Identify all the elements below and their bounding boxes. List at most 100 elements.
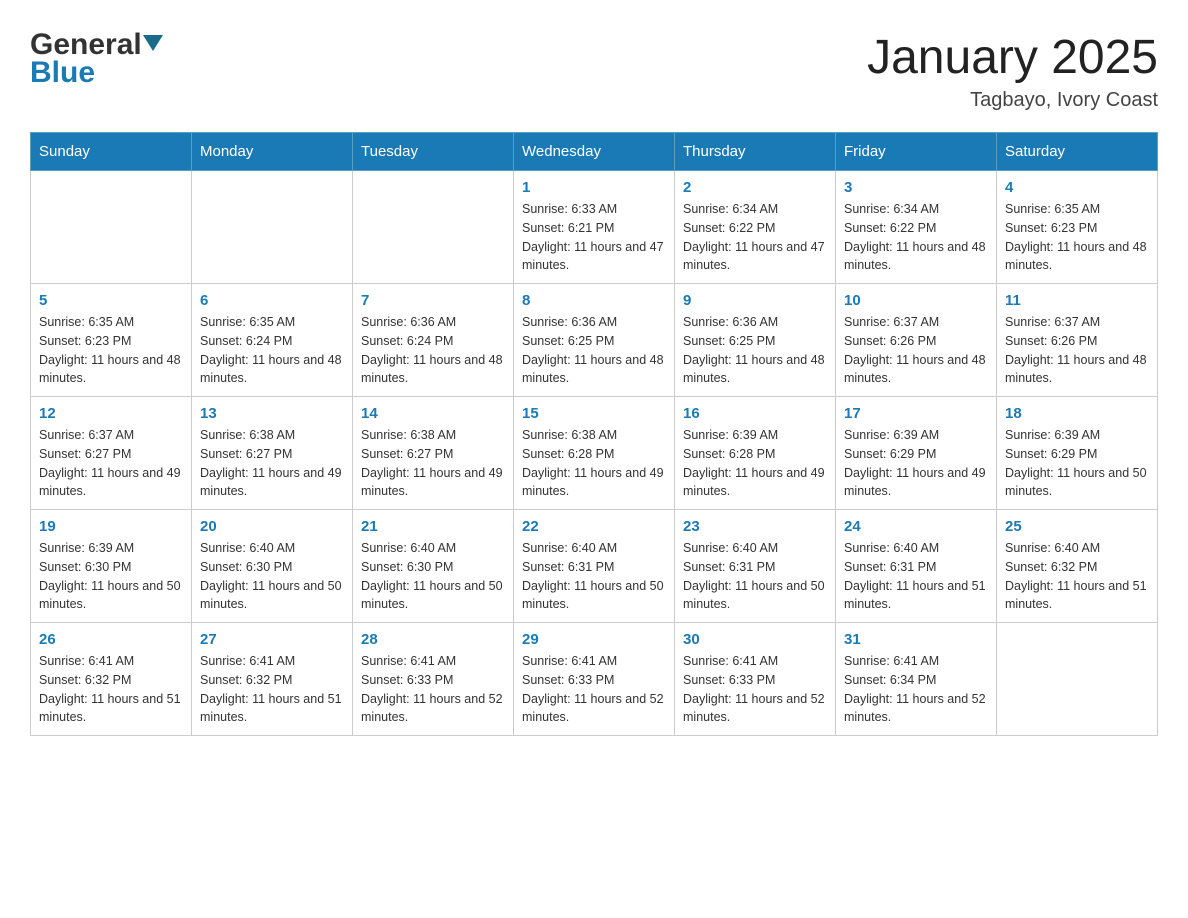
calendar-cell: 3 Sunrise: 6:34 AMSunset: 6:22 PMDaylight… [836, 171, 997, 284]
calendar-cell: 14 Sunrise: 6:38 AMSunset: 6:27 PMDayligh… [353, 397, 514, 510]
day-number: 9 [683, 292, 827, 309]
day-number: 10 [844, 292, 988, 309]
calendar-cell: 9 Sunrise: 6:36 AMSunset: 6:25 PMDaylight… [675, 284, 836, 397]
day-info: Sunrise: 6:39 AMSunset: 6:28 PMDaylight:… [683, 426, 827, 501]
day-number: 28 [361, 631, 505, 648]
logo: General Blue [30, 30, 164, 90]
day-number: 5 [39, 292, 183, 309]
calendar-cell: 5Sunrise: 6:35 AMSunset: 6:23 PMDaylight… [31, 284, 192, 397]
col-header-monday: Monday [192, 133, 353, 171]
day-number: 31 [844, 631, 988, 648]
col-header-thursday: Thursday [675, 133, 836, 171]
day-number: 18 [1005, 405, 1149, 422]
day-number: 19 [39, 518, 183, 535]
calendar-cell: 22 Sunrise: 6:40 AMSunset: 6:31 PMDayligh… [514, 510, 675, 623]
calendar-week-2: 5Sunrise: 6:35 AMSunset: 6:23 PMDaylight… [31, 284, 1158, 397]
calendar-week-3: 12Sunrise: 6:37 AMSunset: 6:27 PMDayligh… [31, 397, 1158, 510]
calendar-cell: 26 Sunrise: 6:41 AMSunset: 6:32 PMDayligh… [31, 623, 192, 736]
calendar-cell: 2 Sunrise: 6:34 AMSunset: 6:22 PMDaylight… [675, 171, 836, 284]
location-text: Tagbayo, Ivory Coast [867, 89, 1158, 112]
title-section: January 2025 Tagbayo, Ivory Coast [867, 30, 1158, 112]
page-header: General Blue January 2025 Tagbayo, Ivory… [30, 30, 1158, 112]
day-info: Sunrise: 6:41 AMSunset: 6:33 PMDaylight:… [683, 652, 827, 727]
day-number: 22 [522, 518, 666, 535]
calendar-cell: 20Sunrise: 6:40 AMSunset: 6:30 PMDayligh… [192, 510, 353, 623]
calendar-cell: 12Sunrise: 6:37 AMSunset: 6:27 PMDayligh… [31, 397, 192, 510]
day-info: Sunrise: 6:40 AMSunset: 6:31 PMDaylight:… [522, 539, 666, 614]
day-number: 13 [200, 405, 344, 422]
calendar-cell: 6 Sunrise: 6:35 AMSunset: 6:24 PMDaylight… [192, 284, 353, 397]
calendar-cell: 4Sunrise: 6:35 AMSunset: 6:23 PMDaylight… [997, 171, 1158, 284]
day-info: Sunrise: 6:40 AMSunset: 6:31 PMDaylight:… [683, 539, 827, 614]
calendar-cell: 18 Sunrise: 6:39 AMSunset: 6:29 PMDayligh… [997, 397, 1158, 510]
day-info: Sunrise: 6:39 AMSunset: 6:30 PMDaylight:… [39, 539, 183, 614]
calendar-cell: 24 Sunrise: 6:40 AMSunset: 6:31 PMDayligh… [836, 510, 997, 623]
day-info: Sunrise: 6:41 AMSunset: 6:33 PMDaylight:… [522, 652, 666, 727]
day-number: 25 [1005, 518, 1149, 535]
calendar-cell: 29Sunrise: 6:41 AMSunset: 6:33 PMDayligh… [514, 623, 675, 736]
calendar-cell: 13 Sunrise: 6:38 AMSunset: 6:27 PMDayligh… [192, 397, 353, 510]
col-header-friday: Friday [836, 133, 997, 171]
day-info: Sunrise: 6:40 AMSunset: 6:30 PMDaylight:… [361, 539, 505, 614]
day-info: Sunrise: 6:38 AMSunset: 6:27 PMDaylight:… [200, 426, 344, 501]
day-info: Sunrise: 6:41 AMSunset: 6:32 PMDaylight:… [200, 652, 344, 727]
day-number: 12 [39, 405, 183, 422]
calendar-cell: 23 Sunrise: 6:40 AMSunset: 6:31 PMDayligh… [675, 510, 836, 623]
day-number: 8 [522, 292, 666, 309]
calendar-cell: 17Sunrise: 6:39 AMSunset: 6:29 PMDayligh… [836, 397, 997, 510]
day-info: Sunrise: 6:41 AMSunset: 6:33 PMDaylight:… [361, 652, 505, 727]
day-number: 2 [683, 179, 827, 196]
calendar-cell [31, 171, 192, 284]
day-info: Sunrise: 6:40 AMSunset: 6:31 PMDaylight:… [844, 539, 988, 614]
calendar-table: SundayMondayTuesdayWednesdayThursdayFrid… [30, 132, 1158, 736]
day-info: Sunrise: 6:35 AMSunset: 6:24 PMDaylight:… [200, 313, 344, 388]
day-number: 23 [683, 518, 827, 535]
logo-blue-text: Blue [30, 56, 164, 90]
day-info: Sunrise: 6:34 AMSunset: 6:22 PMDaylight:… [844, 200, 988, 275]
calendar-cell: 21Sunrise: 6:40 AMSunset: 6:30 PMDayligh… [353, 510, 514, 623]
calendar-cell [997, 623, 1158, 736]
calendar-cell: 7Sunrise: 6:36 AMSunset: 6:24 PMDaylight… [353, 284, 514, 397]
calendar-cell: 25 Sunrise: 6:40 AMSunset: 6:32 PMDayligh… [997, 510, 1158, 623]
day-number: 15 [522, 405, 666, 422]
day-info: Sunrise: 6:38 AMSunset: 6:27 PMDaylight:… [361, 426, 505, 501]
col-header-sunday: Sunday [31, 133, 192, 171]
day-info: Sunrise: 6:41 AMSunset: 6:34 PMDaylight:… [844, 652, 988, 727]
calendar-cell [353, 171, 514, 284]
calendar-cell: 16 Sunrise: 6:39 AMSunset: 6:28 PMDayligh… [675, 397, 836, 510]
day-number: 26 [39, 631, 183, 648]
day-info: Sunrise: 6:34 AMSunset: 6:22 PMDaylight:… [683, 200, 827, 275]
calendar-cell: 31 Sunrise: 6:41 AMSunset: 6:34 PMDayligh… [836, 623, 997, 736]
day-number: 16 [683, 405, 827, 422]
day-number: 6 [200, 292, 344, 309]
calendar-cell: 10 Sunrise: 6:37 AMSunset: 6:26 PMDayligh… [836, 284, 997, 397]
day-info: Sunrise: 6:37 AMSunset: 6:26 PMDaylight:… [844, 313, 988, 388]
calendar-cell: 28 Sunrise: 6:41 AMSunset: 6:33 PMDayligh… [353, 623, 514, 736]
day-info: Sunrise: 6:36 AMSunset: 6:25 PMDaylight:… [522, 313, 666, 388]
day-info: Sunrise: 6:40 AMSunset: 6:32 PMDaylight:… [1005, 539, 1149, 614]
day-info: Sunrise: 6:36 AMSunset: 6:24 PMDaylight:… [361, 313, 505, 388]
day-number: 14 [361, 405, 505, 422]
logo-triangle-icon [143, 35, 163, 51]
col-header-tuesday: Tuesday [353, 133, 514, 171]
calendar-week-5: 26 Sunrise: 6:41 AMSunset: 6:32 PMDayligh… [31, 623, 1158, 736]
calendar-cell: 30 Sunrise: 6:41 AMSunset: 6:33 PMDayligh… [675, 623, 836, 736]
day-number: 30 [683, 631, 827, 648]
day-info: Sunrise: 6:36 AMSunset: 6:25 PMDaylight:… [683, 313, 827, 388]
calendar-cell: 27Sunrise: 6:41 AMSunset: 6:32 PMDayligh… [192, 623, 353, 736]
calendar-cell: 8 Sunrise: 6:36 AMSunset: 6:25 PMDaylight… [514, 284, 675, 397]
day-info: Sunrise: 6:35 AMSunset: 6:23 PMDaylight:… [1005, 200, 1149, 275]
col-header-wednesday: Wednesday [514, 133, 675, 171]
day-number: 17 [844, 405, 988, 422]
calendar-week-4: 19 Sunrise: 6:39 AMSunset: 6:30 PMDayligh… [31, 510, 1158, 623]
day-number: 20 [200, 518, 344, 535]
calendar-cell: 19 Sunrise: 6:39 AMSunset: 6:30 PMDayligh… [31, 510, 192, 623]
calendar-header-row: SundayMondayTuesdayWednesdayThursdayFrid… [31, 133, 1158, 171]
day-number: 3 [844, 179, 988, 196]
day-info: Sunrise: 6:41 AMSunset: 6:32 PMDaylight:… [39, 652, 183, 727]
day-info: Sunrise: 6:39 AMSunset: 6:29 PMDaylight:… [1005, 426, 1149, 501]
day-number: 11 [1005, 292, 1149, 309]
calendar-cell: 11Sunrise: 6:37 AMSunset: 6:26 PMDayligh… [997, 284, 1158, 397]
day-number: 24 [844, 518, 988, 535]
calendar-week-1: 1Sunrise: 6:33 AMSunset: 6:21 PMDaylight… [31, 171, 1158, 284]
